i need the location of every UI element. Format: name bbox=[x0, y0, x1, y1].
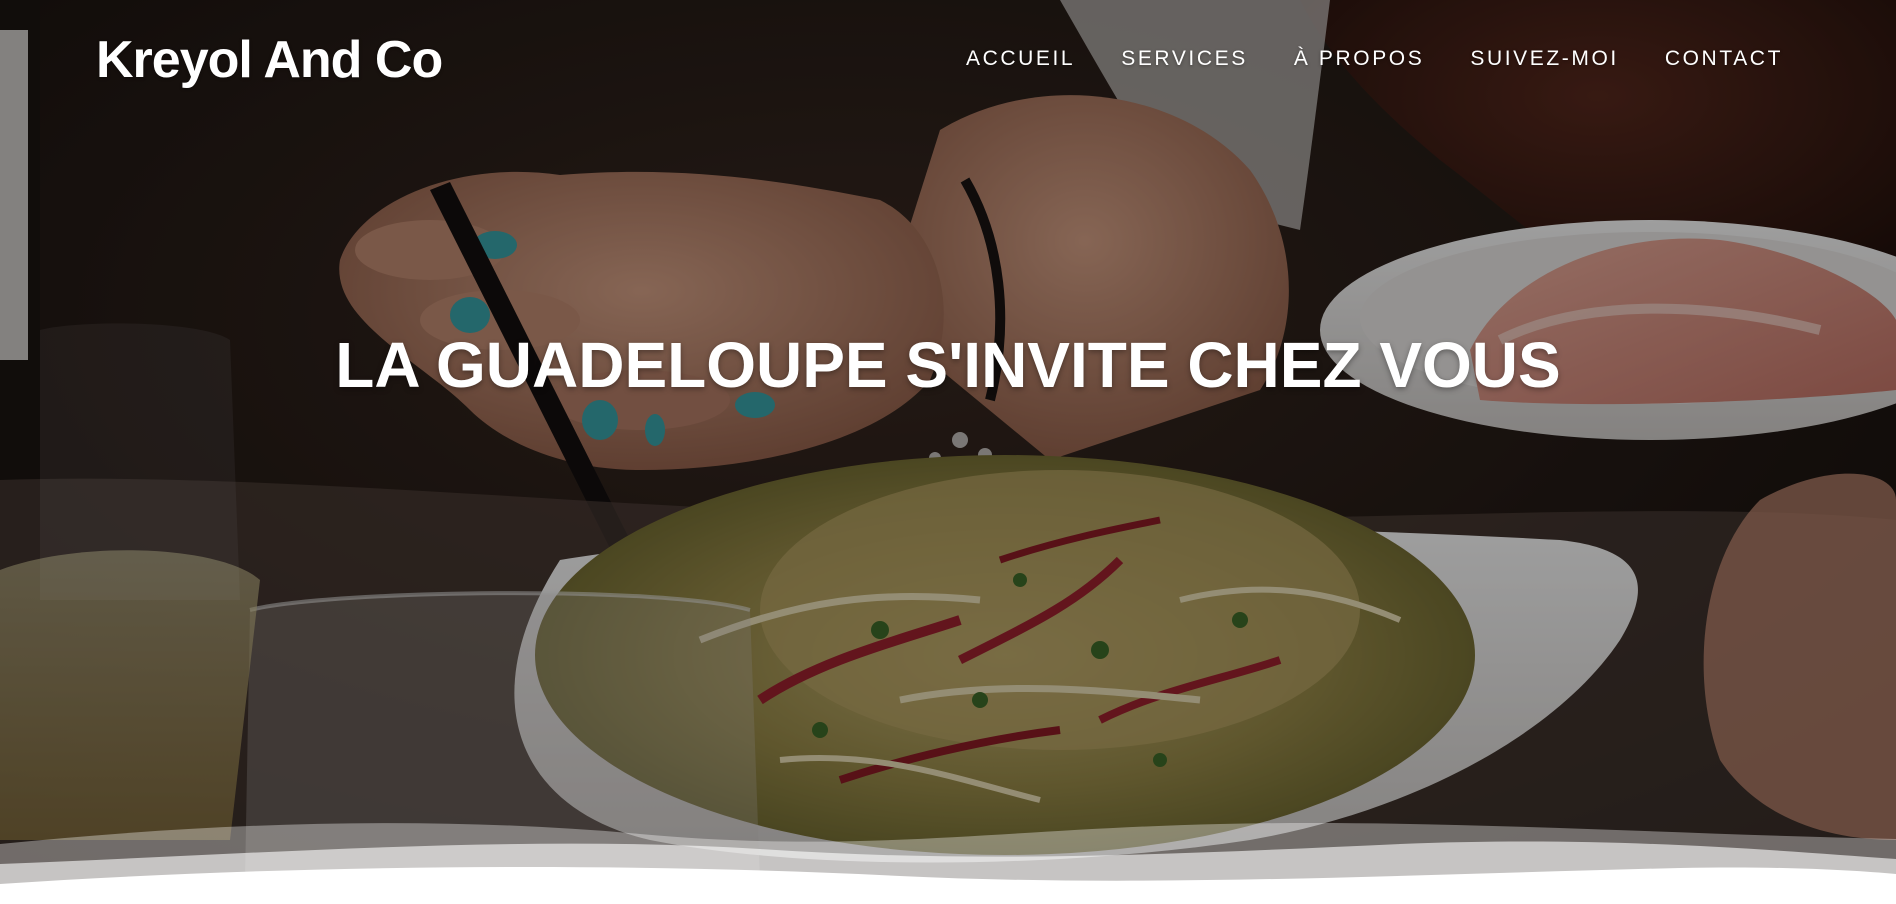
main-navigation: ACCUEIL SERVICES À PROPOS SUIVEZ-MOI CON… bbox=[920, 44, 1783, 74]
hero-headline: LA GUADELOUPE S'INVITE CHEZ VOUS bbox=[335, 329, 1561, 401]
nav-item-contact: CONTACT bbox=[1665, 44, 1783, 74]
nav-link-contact[interactable]: CONTACT bbox=[1665, 47, 1783, 70]
nav-link-accueil[interactable]: ACCUEIL bbox=[966, 47, 1075, 70]
nav-item-a-propos: À PROPOS bbox=[1294, 44, 1425, 74]
nav-item-accueil: ACCUEIL bbox=[966, 44, 1075, 74]
nav-item-suivez-moi: SUIVEZ-MOI bbox=[1470, 44, 1619, 74]
hero-background-image bbox=[0, 0, 1896, 904]
site-logo[interactable]: Kreyol And Co bbox=[96, 26, 443, 94]
nav-link-suivez-moi[interactable]: SUIVEZ-MOI bbox=[1470, 47, 1619, 70]
nav-link-a-propos[interactable]: À PROPOS bbox=[1294, 47, 1425, 70]
wave-divider bbox=[0, 822, 1896, 904]
site-header: Kreyol And Co ACCUEIL SERVICES À PROPOS … bbox=[0, 0, 1896, 120]
nav-item-services: SERVICES bbox=[1121, 44, 1248, 74]
nav-link-services[interactable]: SERVICES bbox=[1121, 47, 1248, 70]
hero-section: Kreyol And Co ACCUEIL SERVICES À PROPOS … bbox=[0, 0, 1896, 904]
